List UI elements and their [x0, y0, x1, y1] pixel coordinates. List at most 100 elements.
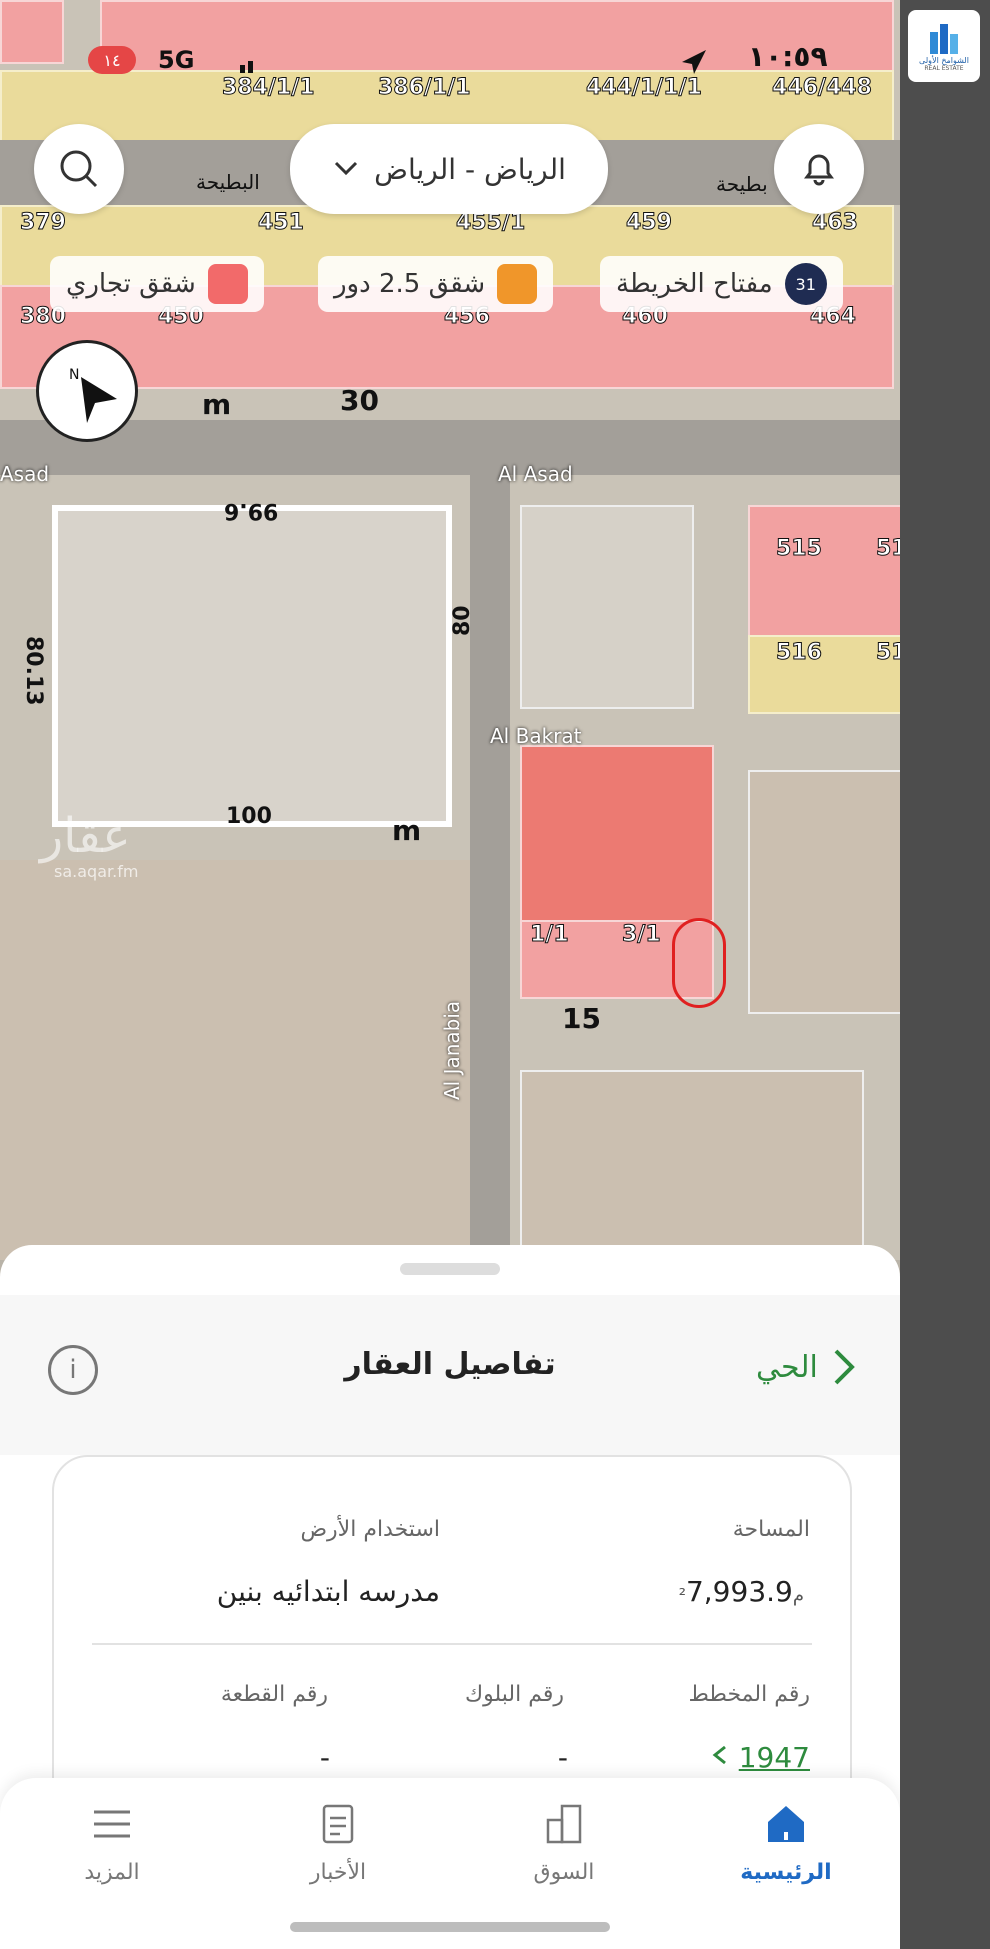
chevron-down-icon: [335, 161, 358, 176]
network-type: 5G: [158, 46, 195, 74]
dimension-label: 80.13: [21, 636, 46, 706]
vacant-land[interactable]: [520, 1070, 864, 1264]
legend-item[interactable]: شقق 2.5 دور: [318, 256, 554, 312]
district-label: بطيحة: [716, 172, 768, 196]
plan-number-link[interactable]: 1947: [711, 1741, 810, 1774]
color-swatch: [497, 264, 538, 304]
nav-home-label: الرئيسية: [740, 1859, 832, 1885]
district-link[interactable]: الحي: [756, 1347, 856, 1387]
plan-number: 1947: [738, 1741, 810, 1774]
area-value: م²7,993.9: [679, 1575, 810, 1608]
building-icon: [546, 1804, 582, 1843]
svg-text:N: N: [69, 367, 79, 383]
dimension-label: m: [392, 814, 422, 847]
status-time: ١٠:٥٩: [748, 40, 828, 73]
plot-number: 384/1/1: [222, 75, 316, 101]
watermark: عقار: [40, 808, 131, 864]
road-al-janabia: [470, 475, 510, 1260]
signal-icon: [240, 58, 258, 73]
plot-label: رقم القطعة: [220, 1682, 328, 1707]
map-key[interactable]: 31 مفتاح الخريطة: [600, 256, 843, 312]
key-label: مفتاح الخريطة: [616, 269, 773, 299]
watermark-url: sa.aqar.fm: [54, 862, 139, 881]
building[interactable]: [520, 505, 694, 709]
key-count-badge: 31: [784, 263, 827, 305]
search-icon: [60, 150, 98, 188]
block-label: رقم البلوك: [464, 1682, 564, 1707]
vacant-land[interactable]: [0, 860, 470, 1260]
block-value: -: [557, 1741, 568, 1774]
location-arrow-icon: [680, 48, 708, 80]
selected-school-plot[interactable]: [52, 505, 452, 827]
vacant-land[interactable]: [748, 770, 900, 1014]
plot-value: -: [319, 1741, 330, 1774]
search-button[interactable]: [34, 124, 124, 214]
map-view[interactable]: 384/1/1 386/1/1 444/1/1/1 446/448 379 45…: [0, 0, 900, 1264]
color-swatch: [207, 264, 248, 304]
plan-label: رقم المخطط: [688, 1682, 810, 1707]
home-indicator: [290, 1922, 610, 1932]
legend-item[interactable]: شقق تجاري: [50, 256, 264, 312]
dimension-label: 30: [340, 384, 379, 417]
nav-more[interactable]: المزيد: [32, 1778, 192, 1908]
road-label: Al Bakrat: [490, 724, 582, 748]
plot-number: 451: [258, 210, 305, 236]
sheet-handle[interactable]: [400, 1263, 500, 1275]
compass-icon[interactable]: N: [36, 340, 138, 442]
news-icon: [322, 1804, 354, 1843]
dimension-label: m: [202, 388, 232, 421]
nav-news-label: الأخبار: [309, 1859, 367, 1885]
notifications-button[interactable]: [774, 124, 864, 214]
district-label: البطيحة: [196, 170, 260, 194]
highlight-circle: [672, 918, 726, 1008]
dimension-label: 100: [226, 804, 272, 829]
plot-number: 51: [876, 640, 900, 666]
nav-more-label: المزيد: [84, 1859, 140, 1885]
area-label: المساحة: [732, 1517, 810, 1542]
side-rail: [900, 0, 990, 1949]
home-icon: [768, 1805, 804, 1842]
phone-screen: 384/1/1 386/1/1 444/1/1/1 446/448 379 45…: [0, 0, 900, 1949]
city-selector[interactable]: الرياض - الرياض: [290, 124, 608, 214]
chevron-left-icon: [712, 1745, 726, 1765]
parcel-commercial[interactable]: [520, 745, 714, 924]
plot-number: 3/1: [622, 922, 662, 948]
plot-number: 459: [626, 210, 673, 236]
bell-icon: [804, 154, 834, 186]
plot-number: 516: [776, 640, 823, 666]
road-label: Al Janabia: [440, 1000, 464, 1100]
plot-number: 515: [776, 536, 823, 562]
road-label: Al Asad: [498, 462, 573, 486]
land-use-value: مدرسه ابتدائيه بنين: [216, 1575, 440, 1608]
plot-number: 446/448: [772, 75, 873, 101]
nav-market[interactable]: السوق: [484, 1778, 644, 1908]
plot-number: 379: [20, 210, 67, 236]
dimension-label: 80: [450, 605, 475, 636]
battery-level: ١٤: [103, 50, 121, 70]
divider: [92, 1643, 812, 1645]
sheet-header: i تفاصيل العقار الحي: [0, 1295, 900, 1455]
battery-indicator: ١٤: [88, 46, 136, 74]
road-al-asad: [0, 420, 900, 475]
building-logo-icon: [930, 24, 958, 54]
nav-home[interactable]: الرئيسية: [706, 1778, 866, 1908]
city-label: الرياض - الرياض: [374, 152, 566, 186]
nav-market-label: السوق: [533, 1859, 595, 1885]
district-link-label: الحي: [756, 1349, 818, 1385]
dimension-label: 99.6: [224, 498, 279, 523]
road-label: Asad: [0, 462, 50, 486]
dimension-label: 15: [562, 1002, 601, 1035]
plot-number: 386/1/1: [378, 75, 472, 101]
nav-news[interactable]: الأخبار: [258, 1778, 418, 1908]
chevron-right-icon: [834, 1349, 855, 1385]
legend-label: شقق تجاري: [66, 269, 196, 299]
legend-label: شقق 2.5 دور: [334, 269, 486, 299]
brand-sub: REAL ESTATE: [924, 65, 964, 72]
area-number: 7,993.9: [685, 1575, 793, 1608]
land-use-label: استخدام الأرض: [300, 1517, 440, 1542]
menu-icon: [94, 1810, 130, 1837]
parcel[interactable]: [748, 505, 900, 639]
parcel[interactable]: [0, 0, 64, 64]
plot-number: 1/1: [530, 922, 570, 948]
plot-number: 51: [876, 536, 900, 562]
